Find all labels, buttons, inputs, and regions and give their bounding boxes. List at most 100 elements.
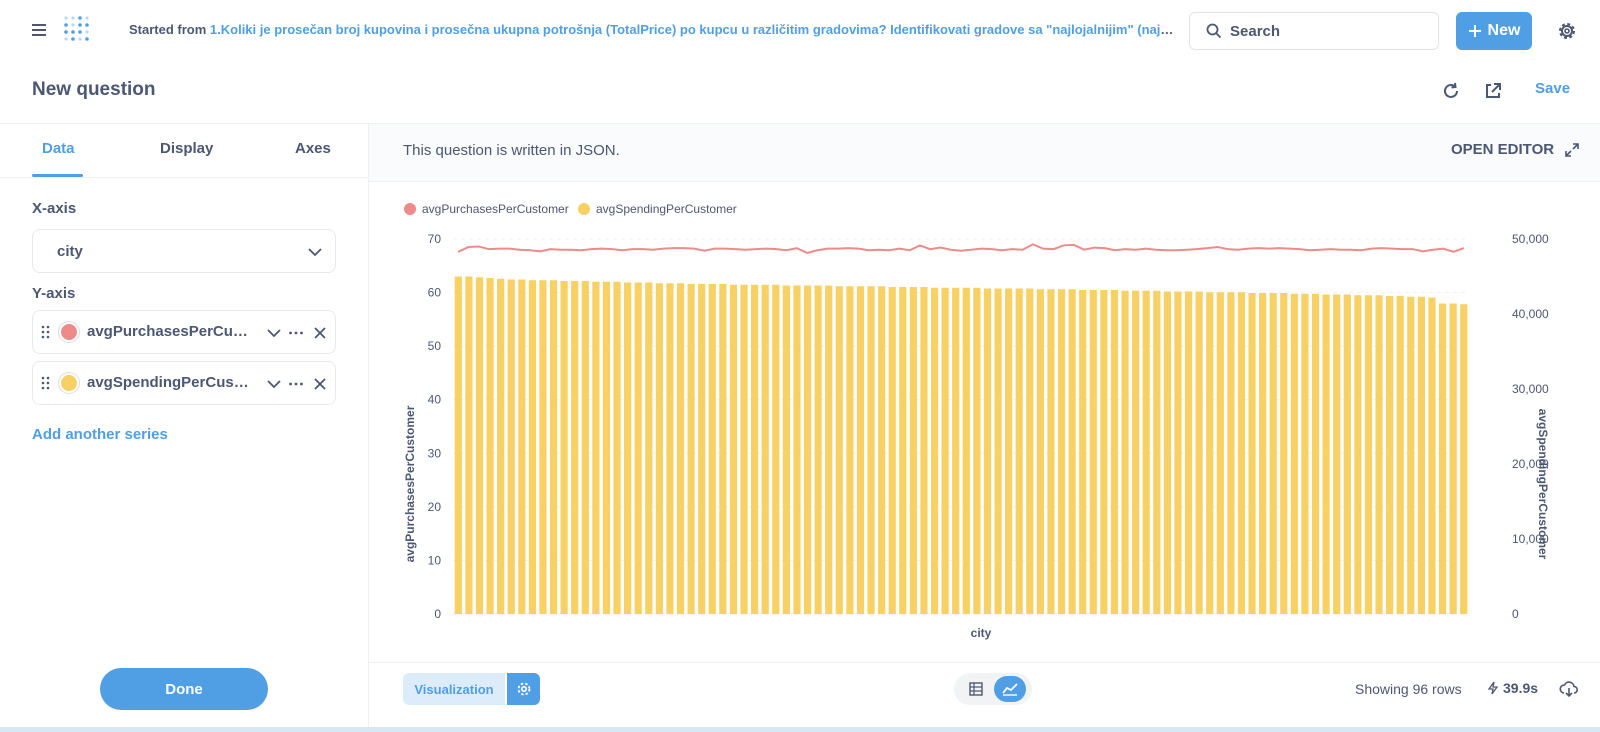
bar[interactable] bbox=[973, 287, 981, 614]
bar[interactable] bbox=[655, 283, 663, 614]
bar[interactable] bbox=[613, 281, 621, 614]
bar[interactable] bbox=[465, 276, 473, 615]
bar[interactable] bbox=[687, 284, 695, 614]
bar[interactable] bbox=[698, 284, 706, 614]
bar[interactable] bbox=[1248, 293, 1256, 614]
bar[interactable] bbox=[994, 288, 1002, 615]
bar[interactable] bbox=[793, 285, 801, 615]
bar[interactable] bbox=[1089, 290, 1097, 614]
bar[interactable] bbox=[920, 287, 928, 614]
close-icon[interactable] bbox=[311, 324, 329, 342]
bar[interactable] bbox=[1343, 294, 1351, 615]
bar[interactable] bbox=[909, 287, 917, 614]
bar[interactable] bbox=[719, 284, 727, 614]
y-series-item[interactable]: avgPurchasesPerCusto... bbox=[32, 310, 336, 354]
bar[interactable] bbox=[1216, 292, 1224, 614]
bar[interactable] bbox=[803, 285, 812, 615]
bar[interactable] bbox=[666, 283, 674, 614]
download-icon[interactable] bbox=[1559, 679, 1579, 699]
bar[interactable] bbox=[983, 288, 992, 615]
bar[interactable] bbox=[645, 282, 653, 615]
bar[interactable] bbox=[1438, 303, 1447, 615]
bar[interactable] bbox=[539, 280, 547, 614]
bar[interactable] bbox=[1237, 292, 1246, 614]
bar[interactable] bbox=[930, 287, 939, 614]
bar[interactable] bbox=[602, 281, 611, 614]
add-series-link[interactable]: Add another series bbox=[32, 426, 168, 443]
bar[interactable] bbox=[856, 286, 865, 614]
legend-label[interactable]: avgPurchasesPerCustomer bbox=[422, 202, 569, 216]
legend-label[interactable]: avgSpendingPerCustomer bbox=[596, 202, 737, 216]
bar[interactable] bbox=[1068, 289, 1076, 614]
bar[interactable] bbox=[1354, 295, 1362, 614]
chart-view-toggle[interactable] bbox=[994, 676, 1026, 702]
drag-handle-icon[interactable] bbox=[41, 325, 51, 339]
bar[interactable] bbox=[1280, 293, 1288, 614]
bar[interactable] bbox=[486, 278, 494, 614]
open-editor-button[interactable]: OPEN EDITOR bbox=[1451, 141, 1580, 158]
visualization-button[interactable]: Visualization bbox=[403, 673, 505, 705]
bar[interactable] bbox=[1417, 296, 1425, 614]
bar[interactable] bbox=[1015, 288, 1023, 615]
bar[interactable] bbox=[1195, 291, 1203, 615]
bar[interactable] bbox=[1163, 291, 1171, 615]
bar[interactable] bbox=[1290, 293, 1298, 614]
bar[interactable] bbox=[1311, 293, 1320, 614]
search-input[interactable]: Search bbox=[1189, 12, 1439, 50]
bar[interactable] bbox=[1364, 295, 1373, 614]
save-button[interactable]: Save bbox=[1535, 80, 1570, 97]
bar[interactable] bbox=[782, 285, 790, 615]
tab-axes[interactable]: Axes bbox=[295, 140, 331, 157]
bar[interactable] bbox=[772, 284, 780, 614]
metabase-logo-icon[interactable] bbox=[62, 14, 92, 46]
bar[interactable] bbox=[1100, 290, 1108, 614]
bar[interactable] bbox=[1047, 289, 1055, 614]
bar[interactable] bbox=[1036, 289, 1044, 614]
bar[interactable] bbox=[899, 287, 907, 614]
bar[interactable] bbox=[1396, 296, 1404, 614]
bar[interactable] bbox=[1407, 296, 1415, 614]
bar[interactable] bbox=[624, 282, 632, 615]
bar[interactable] bbox=[1184, 291, 1193, 615]
bar[interactable] bbox=[1428, 297, 1436, 615]
bar[interactable] bbox=[1153, 290, 1161, 614]
bar[interactable] bbox=[952, 287, 960, 614]
bar[interactable] bbox=[729, 284, 738, 614]
bar[interactable] bbox=[528, 280, 536, 614]
bar[interactable] bbox=[549, 280, 558, 614]
bar[interactable] bbox=[1301, 293, 1309, 614]
bar[interactable] bbox=[1026, 288, 1034, 615]
series-color-picker[interactable] bbox=[59, 373, 79, 393]
bar[interactable] bbox=[676, 283, 685, 614]
bar[interactable] bbox=[497, 278, 505, 614]
bar[interactable] bbox=[846, 286, 854, 614]
more-options-icon[interactable] bbox=[287, 375, 305, 393]
chevron-down-icon[interactable] bbox=[265, 375, 283, 393]
chevron-down-icon[interactable] bbox=[265, 324, 283, 342]
close-icon[interactable] bbox=[311, 375, 329, 393]
bar[interactable] bbox=[571, 281, 579, 614]
bar[interactable] bbox=[1005, 288, 1013, 615]
settings-gear-icon[interactable] bbox=[1556, 20, 1578, 42]
bar[interactable] bbox=[634, 282, 642, 615]
bar[interactable] bbox=[518, 279, 526, 615]
bar[interactable] bbox=[560, 281, 568, 614]
bar[interactable] bbox=[761, 284, 769, 614]
bar[interactable] bbox=[581, 281, 589, 614]
source-question-link[interactable]: 1.Koliki je prosečan broj kupovina i pro… bbox=[210, 22, 1179, 37]
bar[interactable] bbox=[1132, 290, 1140, 614]
bar[interactable] bbox=[592, 281, 600, 614]
bar[interactable] bbox=[1460, 304, 1468, 614]
bar[interactable] bbox=[1375, 295, 1383, 614]
bar[interactable] bbox=[740, 284, 748, 614]
refresh-icon[interactable] bbox=[1440, 80, 1462, 102]
bar[interactable] bbox=[1174, 291, 1182, 615]
bar[interactable] bbox=[835, 286, 843, 614]
bar[interactable] bbox=[888, 287, 896, 614]
open-external-icon[interactable] bbox=[1482, 80, 1504, 102]
bar[interactable] bbox=[1259, 293, 1267, 614]
bar[interactable] bbox=[1333, 294, 1341, 615]
bar[interactable] bbox=[814, 285, 822, 615]
x-axis-select[interactable]: city bbox=[32, 229, 336, 273]
bar[interactable] bbox=[1322, 294, 1330, 615]
